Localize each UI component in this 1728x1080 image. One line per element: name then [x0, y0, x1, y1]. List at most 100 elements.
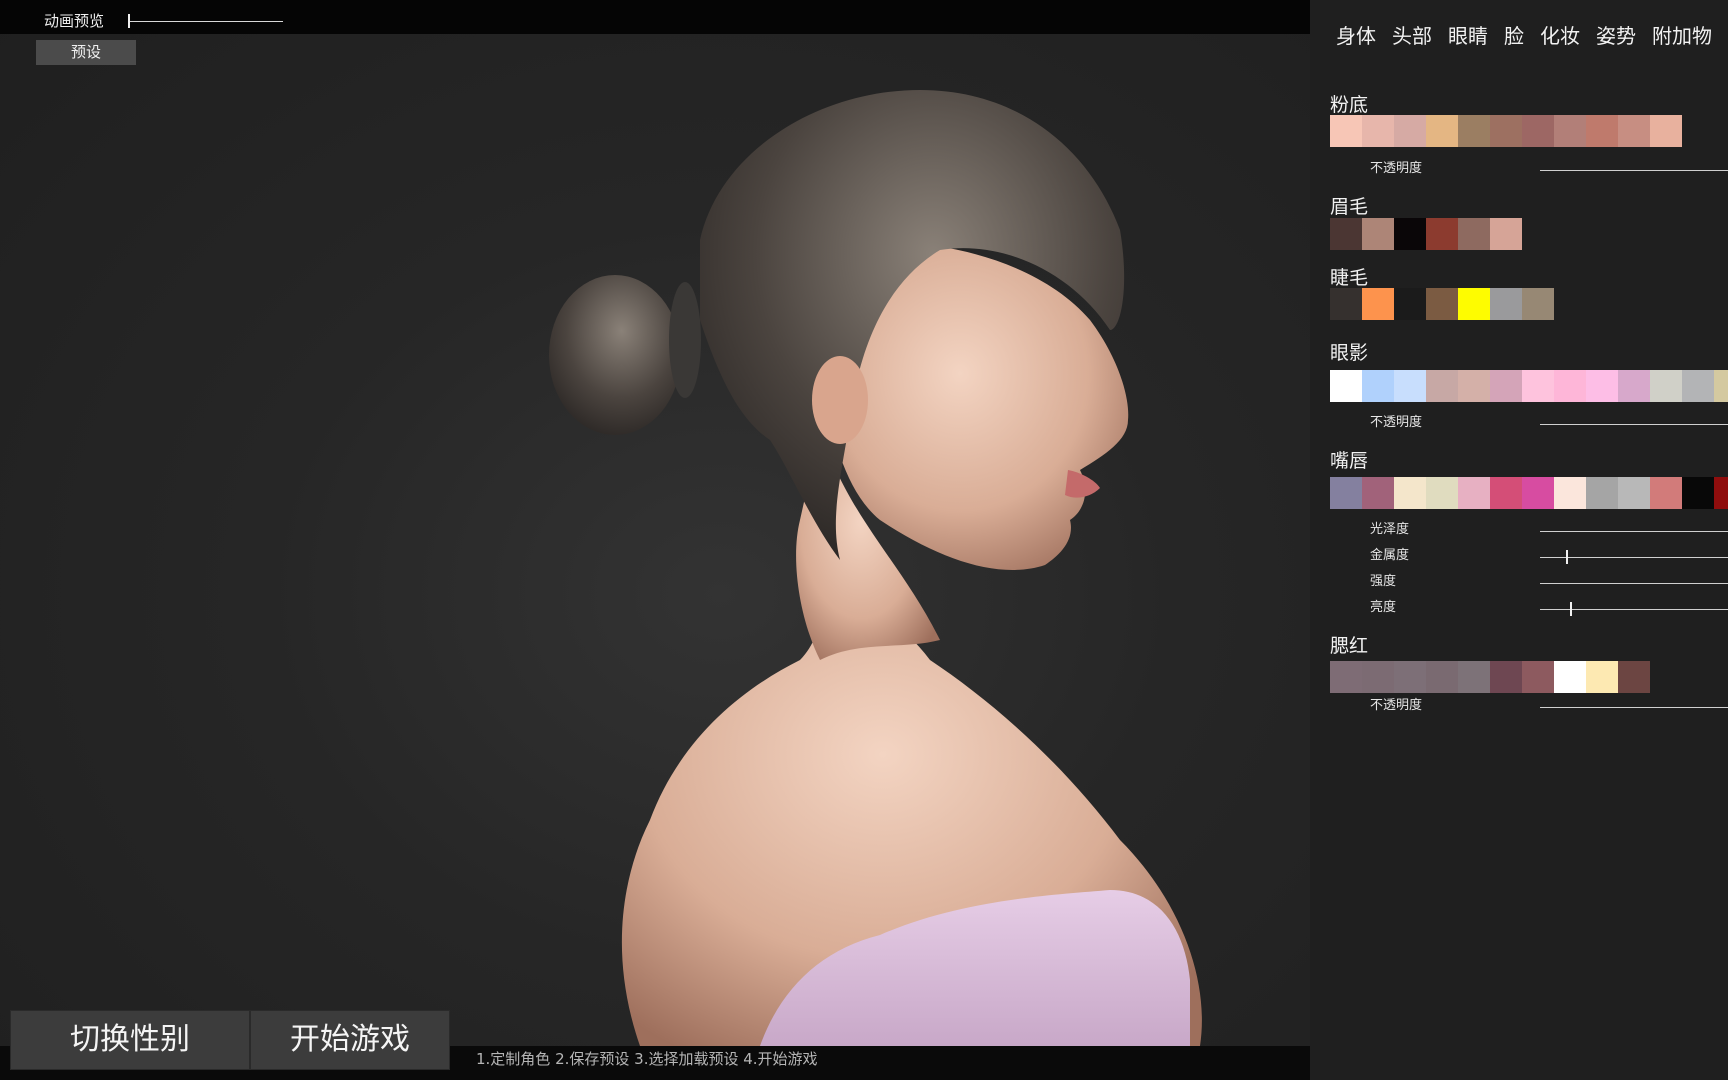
- color-swatch[interactable]: [1330, 115, 1362, 147]
- animation-preview-label: 动画预览: [44, 12, 105, 30]
- start-game-button[interactable]: 开始游戏: [250, 1010, 450, 1070]
- lip-metallic-slider[interactable]: [1540, 550, 1728, 564]
- color-swatch[interactable]: [1330, 370, 1362, 402]
- eyeshadow-opacity-label: 不透明度: [1370, 415, 1423, 430]
- color-swatch[interactable]: [1330, 288, 1362, 320]
- color-swatch[interactable]: [1650, 477, 1682, 509]
- color-swatch[interactable]: [1554, 477, 1586, 509]
- color-swatch[interactable]: [1394, 661, 1426, 693]
- color-swatch[interactable]: [1586, 477, 1618, 509]
- tab-accessories[interactable]: 附加物: [1652, 20, 1712, 49]
- eyeshadow-opacity-slider[interactable]: [1540, 424, 1728, 425]
- eyeshadow-swatches: [1330, 370, 1728, 402]
- color-swatch[interactable]: [1458, 288, 1490, 320]
- foundation-opacity-slider[interactable]: [1540, 170, 1728, 171]
- color-swatch[interactable]: [1426, 218, 1458, 250]
- color-swatch[interactable]: [1490, 115, 1522, 147]
- color-swatch[interactable]: [1490, 477, 1522, 509]
- blush-title: 腮红: [1330, 635, 1369, 657]
- preset-button[interactable]: 预设: [36, 40, 136, 65]
- tab-head[interactable]: 头部: [1392, 20, 1432, 49]
- color-swatch[interactable]: [1458, 218, 1490, 250]
- lip-intensity-label: 强度: [1370, 574, 1397, 589]
- color-swatch[interactable]: [1394, 288, 1426, 320]
- color-swatch[interactable]: [1714, 370, 1728, 402]
- color-swatch[interactable]: [1618, 370, 1650, 402]
- tab-body[interactable]: 身体: [1336, 20, 1376, 49]
- color-swatch[interactable]: [1618, 115, 1650, 147]
- animation-preview-slider[interactable]: [128, 14, 283, 28]
- color-swatch[interactable]: [1426, 115, 1458, 147]
- color-swatch[interactable]: [1458, 115, 1490, 147]
- color-swatch[interactable]: [1682, 370, 1714, 402]
- color-swatch[interactable]: [1330, 661, 1362, 693]
- hair-bun-shape: [549, 275, 681, 435]
- tab-makeup[interactable]: 化妆: [1540, 20, 1580, 49]
- color-swatch[interactable]: [1586, 115, 1618, 147]
- color-swatch[interactable]: [1522, 661, 1554, 693]
- tab-pose[interactable]: 姿势: [1596, 20, 1636, 49]
- character-viewport[interactable]: 动画预览 预设 1.定制角色 2.保存预设 3.选择加载预设 4.开始游戏 切换…: [0, 0, 1310, 1080]
- color-swatch[interactable]: [1426, 370, 1458, 402]
- color-swatch[interactable]: [1330, 477, 1362, 509]
- color-swatch[interactable]: [1554, 661, 1586, 693]
- color-swatch[interactable]: [1586, 661, 1618, 693]
- lip-intensity-slider[interactable]: [1540, 583, 1728, 584]
- color-swatch[interactable]: [1522, 370, 1554, 402]
- tab-eyes[interactable]: 眼睛: [1448, 20, 1488, 49]
- color-swatch[interactable]: [1682, 477, 1714, 509]
- color-swatch[interactable]: [1362, 477, 1394, 509]
- color-swatch[interactable]: [1362, 218, 1394, 250]
- color-swatch[interactable]: [1554, 115, 1586, 147]
- color-swatch[interactable]: [1618, 477, 1650, 509]
- foundation-opacity-label: 不透明度: [1370, 161, 1423, 176]
- color-swatch[interactable]: [1394, 115, 1426, 147]
- color-swatch[interactable]: [1362, 288, 1394, 320]
- color-swatch[interactable]: [1426, 661, 1458, 693]
- color-swatch[interactable]: [1650, 370, 1682, 402]
- color-swatch[interactable]: [1522, 288, 1554, 320]
- color-swatch[interactable]: [1394, 370, 1426, 402]
- color-swatch[interactable]: [1490, 661, 1522, 693]
- eyebrows-title: 眉毛: [1330, 196, 1369, 218]
- color-swatch[interactable]: [1362, 661, 1394, 693]
- color-swatch[interactable]: [1714, 477, 1728, 509]
- color-swatch[interactable]: [1458, 370, 1490, 402]
- color-swatch[interactable]: [1490, 370, 1522, 402]
- color-swatch[interactable]: [1490, 218, 1522, 250]
- color-swatch[interactable]: [1330, 218, 1362, 250]
- color-swatch[interactable]: [1426, 477, 1458, 509]
- color-swatch[interactable]: [1458, 477, 1490, 509]
- lips-shape: [1065, 470, 1100, 498]
- top-toolbar: [0, 0, 1310, 34]
- color-swatch[interactable]: [1522, 115, 1554, 147]
- lips-title: 嘴唇: [1330, 450, 1369, 472]
- slider-thumb[interactable]: [1566, 550, 1569, 564]
- lip-gloss-label: 光泽度: [1370, 522, 1410, 537]
- color-swatch[interactable]: [1650, 115, 1682, 147]
- color-swatch[interactable]: [1522, 477, 1554, 509]
- color-swatch[interactable]: [1362, 370, 1394, 402]
- color-swatch[interactable]: [1586, 370, 1618, 402]
- animation-preview-slider-thumb[interactable]: [128, 14, 130, 28]
- blush-opacity-slider[interactable]: [1540, 707, 1728, 708]
- color-swatch[interactable]: [1426, 288, 1458, 320]
- lip-brightness-slider[interactable]: [1540, 602, 1728, 616]
- tab-face[interactable]: 脸: [1504, 20, 1524, 49]
- color-swatch[interactable]: [1490, 288, 1522, 320]
- switch-gender-button[interactable]: 切换性别: [10, 1010, 250, 1070]
- color-swatch[interactable]: [1394, 477, 1426, 509]
- color-swatch[interactable]: [1618, 661, 1650, 693]
- character-model: [549, 90, 1202, 1046]
- color-swatch[interactable]: [1362, 115, 1394, 147]
- lip-metallic-label: 金属度: [1370, 548, 1410, 563]
- color-swatch[interactable]: [1554, 370, 1586, 402]
- lip-gloss-slider[interactable]: [1540, 531, 1728, 532]
- blush-swatches: [1330, 661, 1650, 693]
- eyelashes-title: 睫毛: [1330, 267, 1369, 289]
- lip-swatches: [1330, 477, 1728, 509]
- slider-thumb[interactable]: [1570, 602, 1573, 616]
- lip-brightness-label: 亮度: [1370, 600, 1397, 615]
- color-swatch[interactable]: [1394, 218, 1426, 250]
- color-swatch[interactable]: [1458, 661, 1490, 693]
